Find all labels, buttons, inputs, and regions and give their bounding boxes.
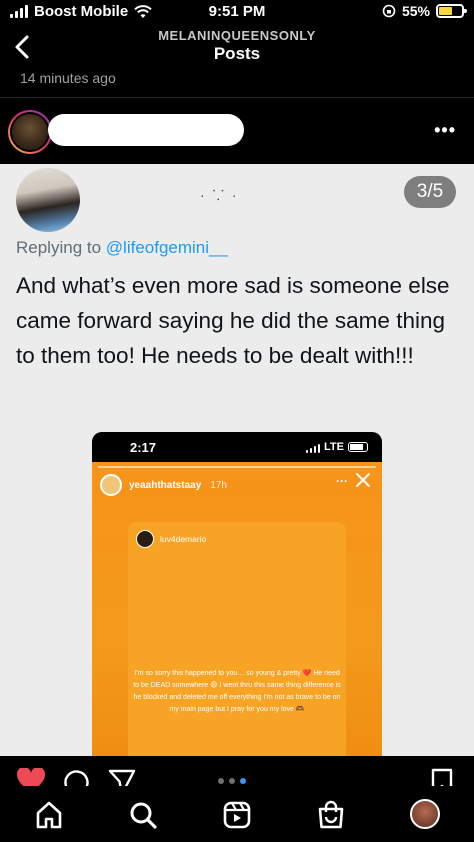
time-ago: 14 minutes ago: [20, 70, 116, 86]
orientation-lock-icon: [382, 4, 396, 18]
tweet-text: And what’s even more sad is someone else…: [16, 273, 450, 368]
shop-icon[interactable]: [316, 800, 346, 830]
tweet-name-fragment: · ⸪ ·: [200, 187, 239, 203]
poster-avatar[interactable]: [8, 110, 52, 154]
battery-percent: 55%: [401, 3, 430, 19]
save-icon[interactable]: [430, 768, 454, 786]
embedded-story: 2:17 LTE yeaahthatstaay 17h ··· luv4dema…: [92, 432, 382, 756]
battery-icon: [436, 4, 467, 18]
shared-post-user: luv4demario: [136, 530, 206, 548]
story-battery-icon: [348, 441, 368, 452]
carousel-dot-1: [218, 778, 224, 784]
reels-icon[interactable]: [222, 800, 252, 830]
nav-header: MELANINQUEENSONLY Posts: [0, 26, 474, 70]
story-avatar: [100, 474, 122, 496]
story-status-bar: 2:17 LTE: [92, 432, 382, 462]
bottom-nav: [0, 786, 474, 842]
heart-icon[interactable]: [16, 768, 46, 786]
story-more-icon: ···: [336, 474, 348, 488]
carousel-dot-2: [229, 778, 235, 784]
image-counter: 3/5: [404, 176, 456, 208]
redacted-username: [48, 114, 244, 146]
profile-avatar[interactable]: [410, 799, 440, 829]
comment-icon[interactable]: [62, 768, 90, 786]
replying-prefix: Replying to: [16, 238, 106, 257]
story-signal-icon: [306, 440, 321, 453]
share-icon[interactable]: [108, 768, 136, 786]
story-user: yeaahthatstaay 17h: [100, 474, 227, 496]
close-icon: [356, 473, 370, 487]
account-name: MELANINQUEENSONLY: [158, 28, 316, 43]
post-actions: [0, 756, 474, 786]
shared-post-username: luv4demario: [160, 534, 207, 544]
story-username: yeaahthatstaay: [129, 479, 202, 491]
tweet-avatar: [16, 168, 80, 232]
status-bar: Boost Mobile 9:51 PM 55%: [0, 0, 474, 26]
shared-post-avatar: [136, 530, 154, 548]
shared-post-card: luv4demario I’m so sorry this happened t…: [128, 522, 346, 756]
story-progress: [98, 466, 376, 468]
carousel-indicator: [218, 778, 246, 784]
divider: [0, 97, 474, 98]
story-network: LTE: [324, 440, 344, 453]
post-image[interactable]: · ⸪ · 3/5 Replying to @lifeofgemini__ An…: [0, 164, 474, 756]
story-status-right: LTE: [306, 440, 368, 453]
post-header: •••: [0, 106, 474, 158]
more-icon[interactable]: •••: [434, 120, 456, 141]
replying-to: Replying to @lifeofgemini__: [16, 238, 228, 258]
status-right: 55%: [382, 3, 467, 19]
shared-post-text-1: I’m so sorry this happened to you… so yo…: [134, 670, 303, 677]
story-time: 2:17: [130, 440, 157, 455]
shared-post-text: I’m so sorry this happened to you… so yo…: [132, 668, 342, 716]
carousel-dot-3: [240, 778, 246, 784]
page-title: Posts: [213, 44, 261, 63]
story-body: yeaahthatstaay 17h ··· luv4demario I’m s…: [92, 462, 382, 756]
search-icon[interactable]: [128, 800, 158, 830]
story-age: 17h: [210, 479, 227, 491]
home-icon[interactable]: [34, 800, 64, 830]
replying-handle: @lifeofgemini__: [105, 238, 228, 257]
